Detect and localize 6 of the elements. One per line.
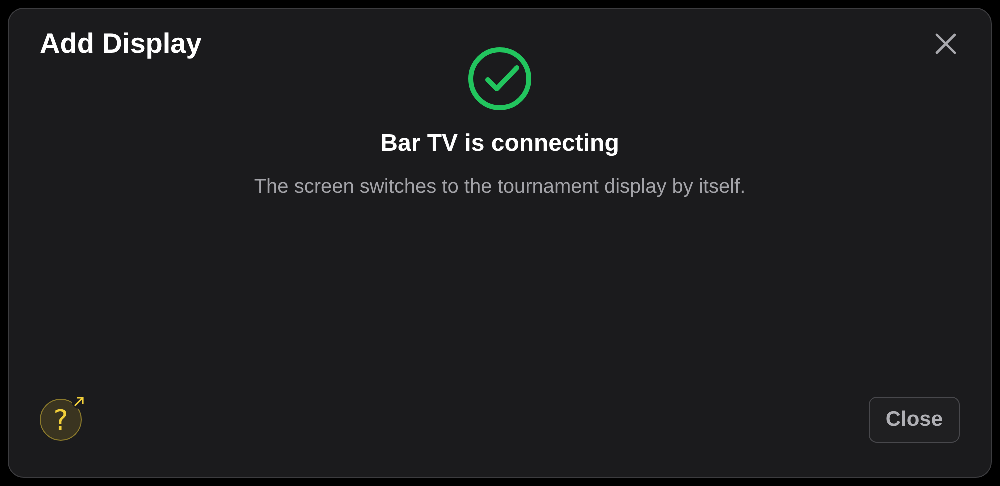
external-link-icon xyxy=(72,395,86,409)
status-heading: Bar TV is connecting xyxy=(380,130,620,158)
help-button[interactable]: ? xyxy=(40,399,82,441)
status-message: The screen switches to the tournament display by itself. xyxy=(254,176,746,199)
dialog-title: Add Display xyxy=(40,28,202,60)
close-button[interactable]: Close xyxy=(868,397,960,443)
